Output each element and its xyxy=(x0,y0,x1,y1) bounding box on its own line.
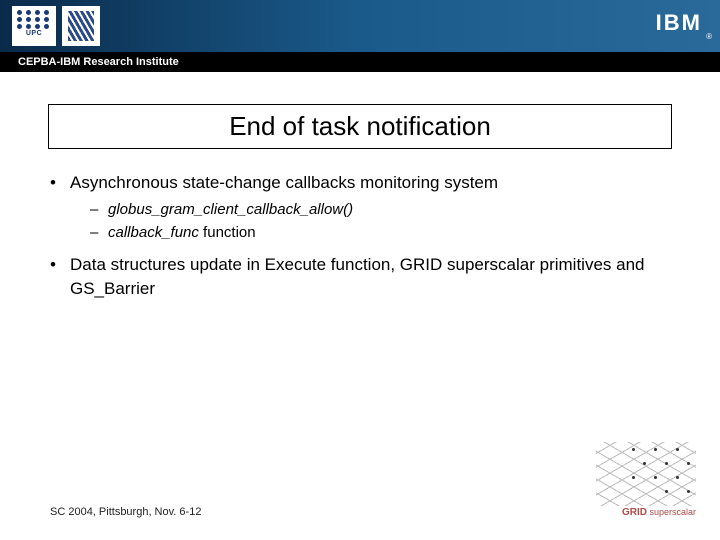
ibm-logo: IBM xyxy=(656,10,702,36)
sub-bullet-item: – globus_gram_client_callback_allow() xyxy=(90,199,670,220)
dash-mark: – xyxy=(90,222,108,243)
upc-logo: UPC xyxy=(12,6,56,46)
header-bar: UPC IBM ® xyxy=(0,0,720,52)
bullet-text: Data structures update in Execute functi… xyxy=(70,253,670,301)
grid-logo-word: GRID xyxy=(622,507,647,518)
grid-logo-sub: superscalar xyxy=(649,507,696,517)
sub-bullet-rest: function xyxy=(199,224,256,241)
upc-text: UPC xyxy=(17,30,51,40)
bullet-item: • Data structures update in Execute func… xyxy=(50,253,670,301)
bullet-item: • Asynchronous state-change callbacks mo… xyxy=(50,171,670,195)
sub-bullet-item: – callback_func function xyxy=(90,222,670,243)
content-area: • Asynchronous state-change callbacks mo… xyxy=(0,149,720,300)
grid-superscalar-logo: GRID superscalar xyxy=(596,442,696,526)
ibm-registered: ® xyxy=(706,32,712,41)
institute-bar: CEPBA-IBM Research Institute xyxy=(0,52,720,72)
bullet-text: Asynchronous state-change callbacks moni… xyxy=(70,171,498,195)
bullet-mark: • xyxy=(50,171,70,195)
bullet-mark: • xyxy=(50,253,70,301)
sub-bullet-italic: globus_gram_client_callback_allow() xyxy=(108,201,353,218)
bsc-logo xyxy=(62,6,100,46)
slide-title: End of task notification xyxy=(48,104,672,149)
footer-text: SC 2004, Pittsburgh, Nov. 6-12 xyxy=(50,506,201,518)
sub-bullet-italic: callback_func xyxy=(108,224,199,241)
dash-mark: – xyxy=(90,199,108,220)
